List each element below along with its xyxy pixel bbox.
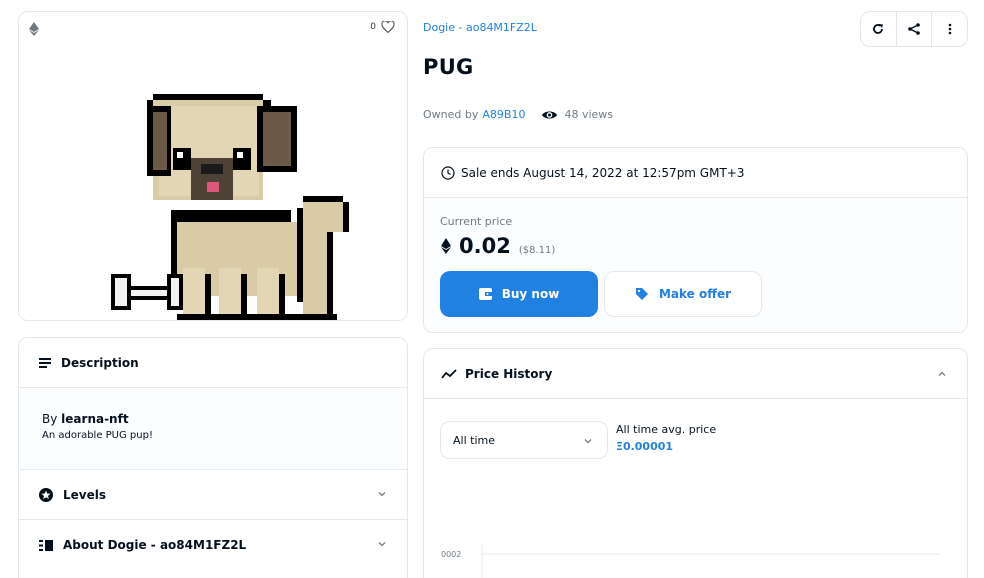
- trend-icon: [441, 368, 457, 379]
- chevron-down-icon: [378, 542, 386, 547]
- details-icon: [39, 539, 53, 551]
- current-price-label: Current price: [440, 215, 513, 228]
- more-button[interactable]: [932, 12, 967, 46]
- avg-price-value: Ξ0.00001: [616, 440, 674, 453]
- ethereum-icon: [29, 22, 39, 36]
- owner-link[interactable]: A89B10: [482, 108, 525, 121]
- favorite-control[interactable]: 0: [370, 21, 395, 33]
- price-value: 0.02: [459, 234, 511, 258]
- tag-icon: [635, 288, 648, 300]
- levels-heading: Levels: [63, 487, 107, 502]
- about-heading: About Dogie - ao84M1FZ2L: [63, 538, 247, 552]
- price-history-heading: Price History: [465, 366, 553, 381]
- more-vertical-icon: [948, 23, 951, 35]
- item-title: PUG: [423, 55, 474, 79]
- heart-icon[interactable]: [381, 21, 395, 33]
- share-button[interactable]: [897, 12, 933, 46]
- description-heading: Description: [61, 355, 139, 370]
- sale-end-text: Sale ends August 14, 2022 at 12:57pm GMT…: [461, 165, 745, 180]
- favorite-count: 0: [370, 22, 376, 32]
- y-tick-label: 0002: [441, 550, 461, 559]
- by-prefix: By: [42, 412, 58, 426]
- buy-now-label: Buy now: [501, 287, 560, 301]
- eye-icon: [542, 110, 558, 119]
- owner-prefix: Owned by: [423, 108, 479, 121]
- pug-pixel-art: [111, 94, 349, 320]
- list-icon: [39, 357, 51, 368]
- owner-row: Owned by A89B10 48 views: [423, 108, 613, 121]
- price-usd: ($8.11): [518, 245, 556, 256]
- item-toolbar: [860, 11, 968, 47]
- share-icon: [908, 23, 920, 35]
- refresh-icon: [873, 24, 884, 34]
- sale-body: Current price 0.02 ($8.11) Buy now Make …: [424, 198, 967, 332]
- levels-header[interactable]: Levels: [19, 470, 407, 520]
- avg-price-label: All time avg. price: [616, 423, 717, 436]
- price-history-chart: 0002 0001: [441, 544, 940, 578]
- buy-now-button[interactable]: Buy now: [440, 271, 598, 317]
- chevron-down-icon: [378, 492, 386, 497]
- chevron-up-icon[interactable]: [937, 369, 947, 379]
- wallet-icon: [478, 288, 492, 300]
- description-header[interactable]: Description: [19, 338, 407, 388]
- item-image-card: 0: [18, 11, 408, 321]
- make-offer-label: Make offer: [658, 287, 732, 301]
- views-count: 48 views: [564, 108, 614, 121]
- price-history-body: All time All time avg. price Ξ0.00001 00…: [424, 399, 967, 578]
- sale-header: Sale ends August 14, 2022 at 12:57pm GMT…: [424, 148, 967, 198]
- price-display: 0.02 ($8.11): [441, 234, 555, 258]
- description-panel: Description By learna-nft An adorable PU…: [18, 337, 408, 578]
- ethereum-icon: [441, 238, 451, 254]
- make-offer-button[interactable]: Make offer: [604, 271, 762, 317]
- sale-panel: Sale ends August 14, 2022 at 12:57pm GMT…: [423, 147, 968, 333]
- description-body: By learna-nft An adorable PUG pup!: [19, 388, 407, 470]
- about-header[interactable]: About Dogie - ao84M1FZ2L: [19, 520, 407, 570]
- price-history-header[interactable]: Price History: [424, 349, 967, 399]
- price-history-panel: Price History All time All time avg. pri…: [423, 348, 968, 578]
- description-text: An adorable PUG pup!: [42, 430, 153, 441]
- creator-link[interactable]: learna-nft: [61, 412, 128, 426]
- chevron-down-icon: [584, 439, 592, 444]
- refresh-button[interactable]: [861, 12, 897, 46]
- time-range-value: All time: [453, 433, 495, 447]
- creator-line: By learna-nft: [42, 412, 385, 426]
- collection-link[interactable]: Dogie - ao84M1FZ2L: [423, 21, 537, 34]
- star-circle-icon: [39, 487, 53, 502]
- time-range-select[interactable]: All time: [440, 421, 608, 459]
- clock-icon: [441, 165, 455, 180]
